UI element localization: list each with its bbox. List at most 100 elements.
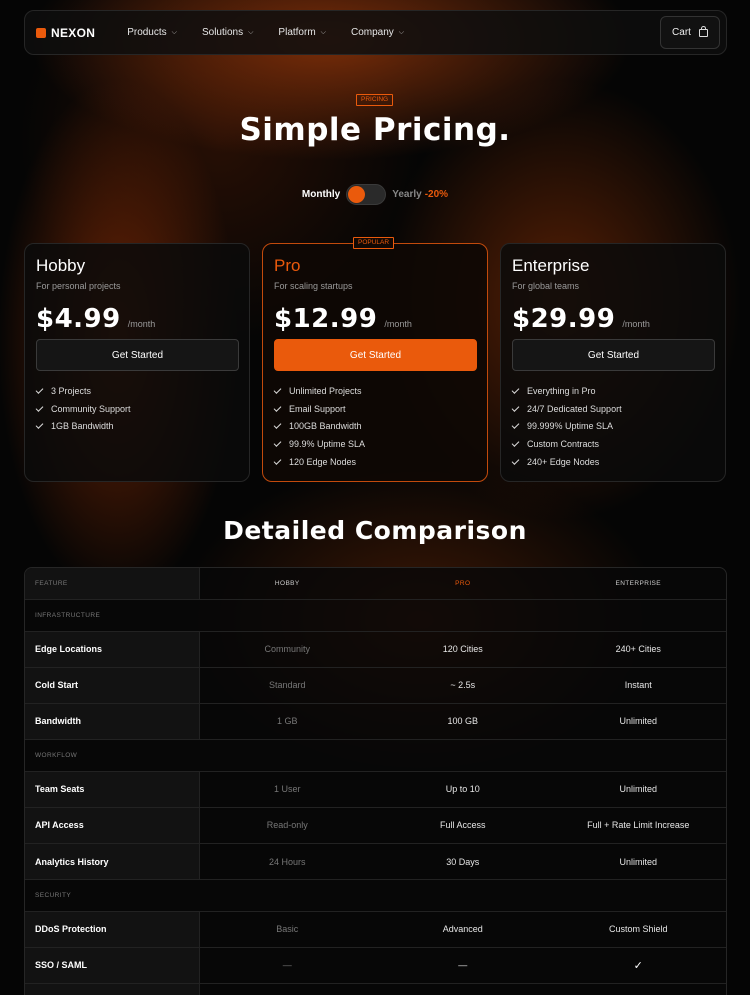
comparison-table: FEATURE HOBBY PRO ENTERPRISE INFRASTRUCT… (24, 567, 727, 995)
comparison-title: Detailed Comparison (223, 516, 527, 545)
plan-features: 3 Projects Community Support 1GB Bandwid… (35, 382, 131, 435)
plan-period: /month (622, 319, 650, 329)
feature-item: 240+ Edge Nodes (511, 453, 622, 471)
billing-toggle[interactable] (346, 184, 387, 205)
hobby-value: Community (264, 644, 311, 655)
yearly-label[interactable]: Yearly -20% (392, 189, 448, 200)
get-started-button-pro[interactable]: Get Started (274, 339, 477, 371)
nav-item-label: Company (350, 27, 394, 38)
pro-value: Up to 10 (445, 784, 480, 795)
plan-price-row: $29.99 /month (512, 304, 650, 334)
nav-item-label: Platform (278, 27, 316, 38)
section-label: WORKFLOW (35, 751, 78, 759)
feature-name: Bandwidth (25, 703, 200, 740)
plan-period: /month (127, 319, 156, 329)
check-icon (511, 439, 520, 447)
enterprise-value: 240+ Cities (615, 644, 661, 655)
pro-value: Full Access (440, 820, 486, 831)
table-row: Team Seats 1 User Up to 10 Unlimited (25, 771, 726, 808)
feature-name: DDoS Protection (25, 911, 200, 947)
pro-value: 120 Cities (442, 644, 483, 655)
feature-label: Email Support (289, 403, 346, 414)
brand-name: NEXON (51, 25, 96, 40)
nav-item-solutions[interactable]: Solutions ⌵ (202, 27, 253, 38)
check-icon (35, 403, 44, 412)
section-label: SECURITY (35, 891, 72, 899)
enterprise-value: Instant (624, 680, 652, 691)
nav-item-company[interactable]: Company ⌵ (351, 27, 404, 38)
feature-name: API Access (25, 807, 200, 843)
section-row: SECURITY (25, 880, 726, 912)
nav-item-label: Solutions (201, 27, 244, 38)
feature-label: 120 Edge Nodes (289, 456, 357, 467)
feature-label: 99.999% Uptime SLA (527, 421, 614, 432)
feature-label: 240+ Edge Nodes (527, 456, 600, 467)
hobby-value: 1 User (274, 784, 301, 795)
feature-label: 1GB Bandwidth (51, 421, 114, 432)
enterprise-value: Unlimited (619, 856, 657, 867)
feature-label: Community Support (51, 403, 131, 414)
chevron-down-icon: ⌵ (171, 28, 177, 36)
brand-logo[interactable]: NEXON (36, 26, 95, 40)
plan-price: $12.99 (274, 304, 378, 334)
pro-value: Advanced (442, 924, 483, 935)
table-row: Edge Locations Community 120 Cities 240+… (25, 631, 726, 668)
yearly-discount: -20% (424, 189, 449, 200)
check-icon (35, 385, 44, 394)
cart-button[interactable]: Cart (660, 16, 720, 49)
plan-name: Pro (274, 256, 301, 275)
feature-label: 24/7 Dedicated Support (527, 403, 622, 414)
plan-subtitle: For global teams (512, 281, 580, 291)
hobby-value: 1 GB (277, 716, 298, 727)
feature-name: Cold Start (25, 667, 200, 703)
table-header-row: FEATURE HOBBY PRO ENTERPRISE (25, 568, 726, 600)
hobby-value: 24 Hours (269, 856, 306, 867)
header-hobby: HOBBY (274, 580, 300, 587)
toggle-knob (348, 186, 366, 203)
plan-price: $29.99 (512, 304, 616, 334)
hobby-value: — (282, 960, 292, 971)
plan-card-hobby: Hobby For personal projects $4.99 /month… (24, 243, 250, 482)
feature-item: 120 Edge Nodes (273, 453, 365, 471)
feature-label: Unlimited Projects (289, 385, 362, 396)
table-row: Bandwidth 1 GB 100 GB Unlimited (25, 703, 726, 741)
get-started-button-hobby[interactable]: Get Started (36, 339, 239, 371)
plan-subtitle: For personal projects (36, 281, 121, 291)
section-label: INFRASTRUCTURE (35, 611, 101, 619)
feature-item: Custom Contracts (511, 435, 622, 453)
logo-square-icon (36, 27, 46, 38)
check-icon (35, 421, 44, 430)
nav-item-label: Products (127, 27, 167, 38)
table-row: SSO / SAML — — ✓ (25, 947, 726, 984)
section-row: INFRASTRUCTURE (25, 600, 726, 632)
shopping-bag-icon (698, 25, 708, 37)
nav-item-products[interactable]: Products ⌵ (127, 27, 177, 38)
nav-item-platform[interactable]: Platform ⌵ (278, 27, 326, 38)
yearly-text: Yearly (392, 189, 422, 200)
get-started-button-enterprise[interactable]: Get Started (512, 339, 715, 371)
pro-value: — (458, 960, 468, 971)
pricing-page: NEXON Products ⌵ Solutions ⌵ Platform ⌵ … (0, 0, 750, 995)
check-icon (511, 403, 520, 412)
plan-card-pro: POPULAR Pro For scaling startups $12.99 … (262, 237, 488, 482)
pro-value: ~ 2.5s (450, 680, 476, 691)
feature-item: Email Support (273, 400, 365, 418)
plan-card-enterprise: Enterprise For global teams $29.99 /mont… (500, 243, 726, 482)
enterprise-value: Unlimited (619, 784, 657, 795)
feature-item: 100GB Bandwidth (273, 417, 365, 435)
monthly-label[interactable]: Monthly (302, 189, 340, 200)
feature-item: 24/7 Dedicated Support (511, 400, 622, 418)
feature-name (25, 984, 200, 995)
feature-item: Community Support (35, 400, 131, 418)
pro-value: 30 Days (446, 856, 480, 867)
nav-links: Products ⌵ Solutions ⌵ Platform ⌵ Compan… (127, 27, 429, 38)
plan-period: /month (384, 319, 412, 329)
check-icon (273, 421, 282, 430)
feature-item: 99.9% Uptime SLA (273, 435, 365, 453)
billing-toggle-row: Monthly Yearly -20% (0, 184, 750, 205)
plan-features: Unlimited Projects Email Support 100GB B… (273, 382, 365, 471)
feature-name: Analytics History (25, 843, 200, 880)
table-row: Cold Start Standard ~ 2.5s Instant (25, 667, 726, 704)
feature-item: Unlimited Projects (273, 382, 365, 400)
plan-price-row: $4.99 /month (36, 304, 155, 334)
